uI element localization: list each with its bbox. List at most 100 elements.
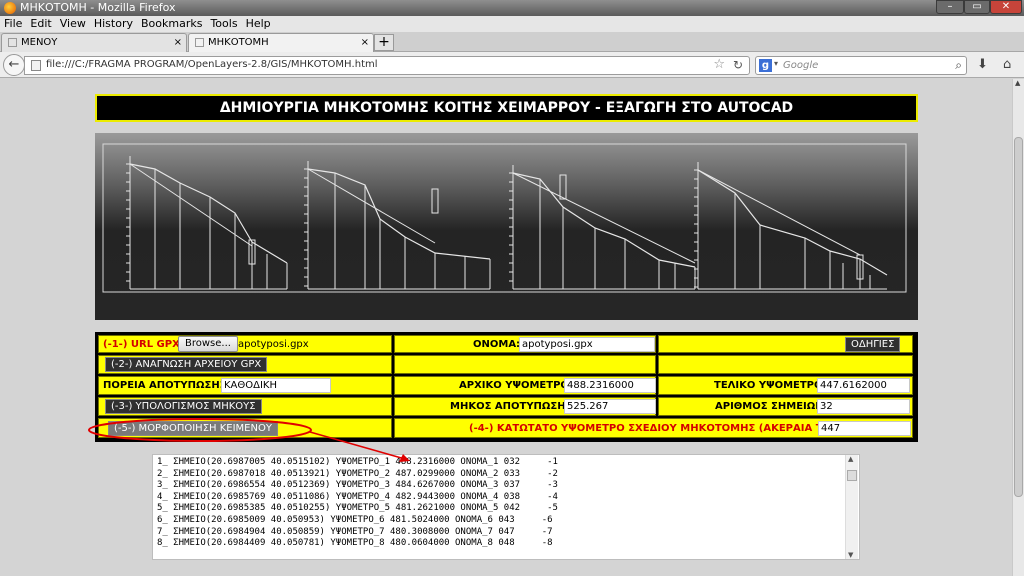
dropdown-arrow-icon[interactable]: ▾ (774, 59, 778, 68)
scroll-up-icon[interactable]: ▲ (1015, 79, 1020, 87)
output-line: 8_ ΣΗΜΕΙΟ(20.6984409 40.050781) ΥΨΟΜΕΤΡΟ… (157, 538, 553, 549)
profile-illustration (102, 143, 907, 293)
menu-bar: File Edit View History Bookmarks Tools Help (0, 16, 1024, 32)
profile-banner (95, 133, 918, 320)
menu-edit[interactable]: Edit (26, 16, 55, 32)
odigies-cell: ΟΔΗΓΙΕΣ (658, 335, 913, 353)
tab-menou[interactable]: ΜΕΝΟΥ × (1, 33, 187, 52)
gpx-url-cell: (-1-) URL GPX: Browse... apotyposi.gpx (98, 335, 392, 353)
output-line: 7_ ΣΗΜΕΙΟ(20.6984904 40.050859) ΥΨΟΜΕΤΡΟ… (157, 526, 553, 537)
textarea-scrollbar[interactable]: ▲ ▼ (845, 455, 858, 559)
bookmark-star-icon[interactable]: ☆ (713, 57, 725, 72)
page-favicon-icon (8, 37, 17, 47)
menu-file[interactable]: File (0, 16, 26, 32)
page-scroll-thumb[interactable] (1014, 137, 1023, 497)
menu-view[interactable]: View (56, 16, 90, 32)
reload-icon[interactable]: ↻ (733, 58, 743, 72)
page-favicon-icon (195, 37, 204, 47)
tab-mikotomi[interactable]: ΜΗΚΟΤΟΜΗ × (188, 33, 374, 52)
menu-help[interactable]: Help (242, 16, 275, 32)
read-gpx-cell: (-2-) ΑΝΑΓΝΩΣΗ ΑΡΧΕΙΟΥ GPX (98, 355, 392, 374)
tab-close-icon[interactable]: × (361, 34, 369, 52)
empty-cell (394, 355, 656, 374)
downloads-icon[interactable]: ⬇ (977, 57, 988, 72)
arxiko-cell: ΑΡΧΙΚΟ ΥΨΟΜΕΤΡΟ 488.2316000 (394, 376, 656, 395)
page-title: ΔΗΜΙΟΥΡΓΙΑ ΜΗΚΟΤΟΜΗΣ ΚΟΙΤΗΣ ΧΕΙΜΑΡΡΟΥ - … (97, 96, 916, 120)
profile-structure (431, 188, 439, 214)
scroll-up-icon[interactable]: ▲ (848, 455, 853, 463)
profile-ground-line (129, 163, 288, 264)
tab-label: ΜΕΝΟΥ (21, 37, 58, 48)
back-button[interactable]: ← (3, 54, 25, 76)
empty-cell (658, 355, 913, 374)
onoma-input[interactable]: apotyposi.gpx (519, 337, 655, 352)
output-line: 4_ ΣΗΜΕΙΟ(20.6985769 40.0511086) ΥΨΟΜΕΤΡ… (157, 491, 558, 502)
output-line: 2_ ΣΗΜΕΙΟ(20.6987018 40.0513921) ΥΨΟΜΕΤΡ… (157, 468, 558, 479)
page-icon (31, 60, 41, 71)
calc-length-cell: (-3-) ΥΠΟΛΟΓΙΣΜΟΣ ΜΗΚΟΥΣ (98, 397, 392, 416)
scroll-down-icon[interactable]: ▼ (848, 551, 853, 559)
onoma-label: ΟΝΟΜΑ: (473, 339, 521, 350)
instructions-button[interactable]: ΟΔΗΓΙΕΣ (845, 337, 901, 352)
poreia-input[interactable]: ΚΑΘΟΔΙΚΗ (221, 378, 331, 393)
tab-bar: ΜΕΝΟΥ × ΜΗΚΟΤΟΜΗ × + (0, 32, 1024, 52)
profile-grade-line (697, 169, 861, 256)
poreia-label: ΠΟΡΕΙΑ ΑΠΟΤΥΠΩΣΗΣ (103, 380, 227, 391)
profile-ground-line (697, 169, 888, 276)
tab-close-icon[interactable]: × (174, 34, 182, 52)
minimize-button[interactable]: – (936, 0, 964, 14)
maximize-button[interactable]: ▭ (964, 0, 990, 14)
search-bar[interactable]: g ▾ Google ⌕ (755, 56, 967, 75)
profile-grade-line (129, 163, 253, 247)
firefox-logo-icon (4, 2, 16, 14)
menu-tools[interactable]: Tools (206, 16, 241, 32)
katotato-input[interactable]: 447 (818, 421, 911, 436)
window-title: ΜΗΚΟΤΟΜΗ - Mozilla Firefox (20, 1, 176, 14)
page-scrollbar[interactable]: ▲ (1012, 79, 1024, 576)
window-title-bar: ΜΗΚΟΤΟΜΗ - Mozilla Firefox – ▭ ✕ (0, 0, 1024, 16)
format-text-button[interactable]: (-5-) ΜΟΡΦΟΠΟΙΗΣΗ ΚΕΙΜΕΝΟΥ (108, 421, 278, 436)
arxiko-label: ΑΡΧΙΚΟ ΥΨΟΜΕΤΡΟ (459, 380, 569, 391)
page-content: ΔΗΜΙΟΥΡΓΙΑ ΜΗΚΟΤΟΜΗΣ ΚΟΙΤΗΣ ΧΕΙΜΑΡΡΟΥ - … (0, 79, 1012, 576)
calculate-length-button[interactable]: (-3-) ΥΠΟΛΟΓΙΣΜΟΣ ΜΗΚΟΥΣ (105, 399, 262, 414)
arithmos-label: ΑΡΙΘΜΟΣ ΣΗΜΕΙΩΝ (715, 401, 824, 412)
output-line: 6_ ΣΗΜΕΙΟ(20.6985009 40.050953) ΥΨΟΜΕΤΡΟ… (157, 514, 553, 525)
onoma-cell: ΟΝΟΜΑ: apotyposi.gpx (394, 335, 656, 353)
url-bar[interactable]: file:///C:/FRAGMA PROGRAM/OpenLayers-2.8… (24, 56, 750, 75)
google-icon[interactable]: g (759, 59, 772, 72)
katotato-label: (-4-) ΚΑΤΩΤΑΤΟ ΥΨΟΜΕΤΡΟ ΣΧΕΔΙΟΥ ΜΗΚΟΤΟΜΗ… (469, 423, 850, 434)
selected-file-name: apotyposi.gpx (238, 339, 309, 350)
home-icon[interactable]: ⌂ (1003, 57, 1011, 72)
teliko-cell: ΤΕΛΙΚΟ ΥΨΟΜΕΤΡΟ 447.6162000 (658, 376, 913, 395)
tab-label: ΜΗΚΟΤΟΜΗ (208, 37, 269, 48)
profile-structure (559, 174, 567, 200)
profile-grade-line (307, 168, 436, 244)
output-textarea[interactable]: 1_ ΣΗΜΕΙΟ(20.6987005 40.0515102) ΥΨΟΜΕΤΡ… (152, 454, 860, 560)
output-line: 5_ ΣΗΜΕΙΟ(20.6985385 40.0510255) ΥΨΟΜΕΤΡ… (157, 503, 558, 514)
poreia-cell: ΠΟΡΕΙΑ ΑΠΟΤΥΠΩΣΗΣ ΚΑΘΟΔΙΚΗ (98, 376, 392, 395)
teliko-label: ΤΕΛΙΚΟ ΥΨΟΜΕΤΡΟ (714, 380, 823, 391)
navigation-toolbar: file:///C:/FRAGMA PROGRAM/OpenLayers-2.8… (0, 52, 1024, 78)
back-arrow-icon: ← (8, 57, 20, 72)
control-panel: (-1-) URL GPX: Browse... apotyposi.gpx Ο… (95, 332, 918, 442)
textarea-scroll-thumb[interactable] (847, 470, 857, 481)
search-icon[interactable]: ⌕ (955, 58, 962, 73)
menu-history[interactable]: History (90, 16, 137, 32)
mikos-label: ΜΗΚΟΣ ΑΠΟΤΥΠΩΣΗΣ (450, 401, 573, 412)
new-tab-button[interactable]: + (374, 34, 394, 51)
output-line: 3_ ΣΗΜΕΙΟ(20.6986554 40.0512369) ΥΨΟΜΕΤΡ… (157, 480, 558, 491)
arithmos-cell: ΑΡΙΘΜΟΣ ΣΗΜΕΙΩΝ 32 (658, 397, 913, 416)
arxiko-input[interactable]: 488.2316000 (564, 378, 656, 393)
teliko-input[interactable]: 447.6162000 (817, 378, 910, 393)
menu-bookmarks[interactable]: Bookmarks (137, 16, 206, 32)
format-text-cell: (-5-) ΜΟΡΦΟΠΟΙΗΣΗ ΚΕΙΜΕΝΟΥ (98, 418, 392, 438)
browse-button[interactable]: Browse... (178, 336, 238, 352)
close-window-button[interactable]: ✕ (990, 0, 1022, 14)
output-line: 1_ ΣΗΜΕΙΟ(20.6987005 40.0515102) ΥΨΟΜΕΤΡ… (157, 457, 558, 467)
url-text: file:///C:/FRAGMA PROGRAM/OpenLayers-2.8… (46, 59, 378, 70)
mikos-input[interactable]: 525.267 (564, 399, 656, 414)
arithmos-input[interactable]: 32 (817, 399, 910, 414)
read-gpx-button[interactable]: (-2-) ΑΝΑΓΝΩΣΗ ΑΡΧΕΙΟΥ GPX (105, 357, 268, 372)
url-gpx-label: (-1-) URL GPX: (103, 339, 184, 350)
katotato-cell: (-4-) ΚΑΤΩΤΑΤΟ ΥΨΟΜΕΤΡΟ ΣΧΕΔΙΟΥ ΜΗΚΟΤΟΜΗ… (394, 418, 913, 438)
